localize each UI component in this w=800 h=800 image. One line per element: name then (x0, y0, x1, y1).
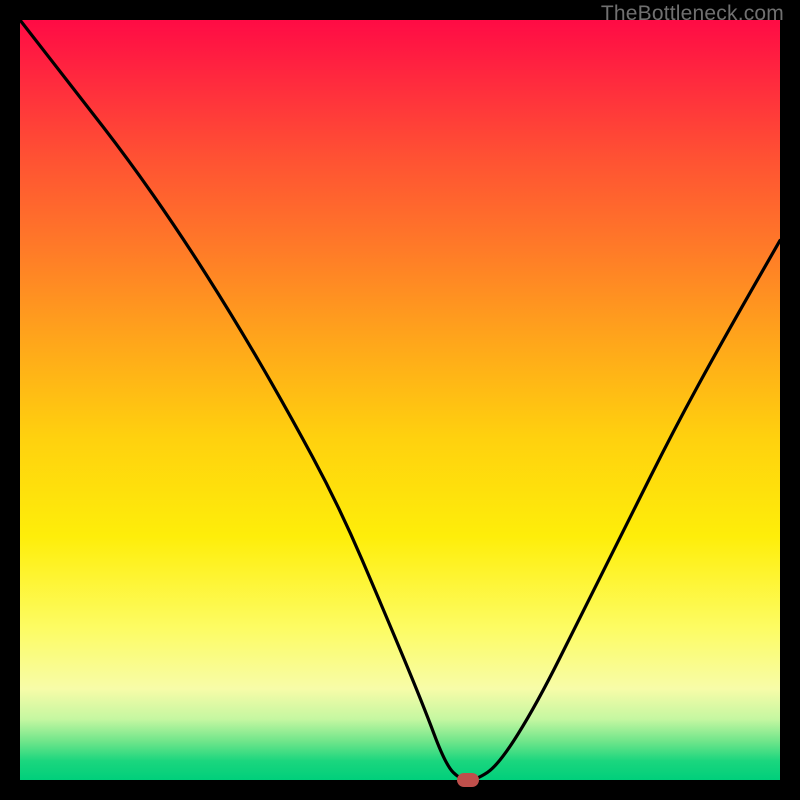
curve-layer (20, 20, 780, 780)
minimum-marker (457, 773, 479, 787)
attribution-text: TheBottleneck.com (601, 2, 784, 26)
bottleneck-curve (20, 20, 780, 780)
